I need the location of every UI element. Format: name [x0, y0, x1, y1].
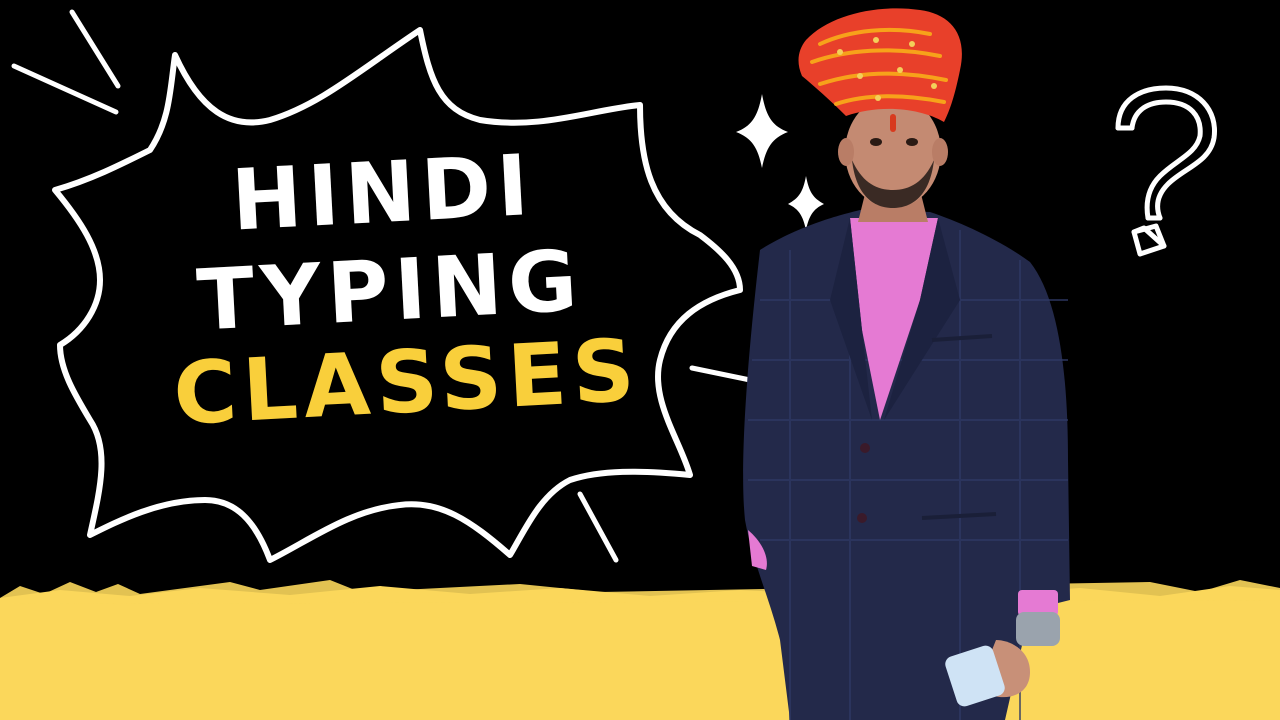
- presenter-photo: [743, 8, 1070, 720]
- burst-stroke: [69, 9, 121, 89]
- thumbnail: HINDI TYPING CLASSES: [0, 0, 1280, 720]
- yellow-brush-band: [0, 586, 1280, 720]
- question-mark-icon: [1115, 85, 1217, 257]
- headline: HINDI TYPING CLASSES: [153, 136, 647, 445]
- burst-stroke: [11, 63, 119, 115]
- yellow-brush-edge: [0, 580, 1280, 604]
- burst-stroke: [689, 365, 753, 383]
- headline-line-3: CLASSES: [171, 320, 643, 445]
- sparkle-icon: [788, 176, 824, 230]
- sparkle-icon: [736, 94, 788, 168]
- burst-stroke: [577, 491, 619, 563]
- turban: [798, 8, 962, 122]
